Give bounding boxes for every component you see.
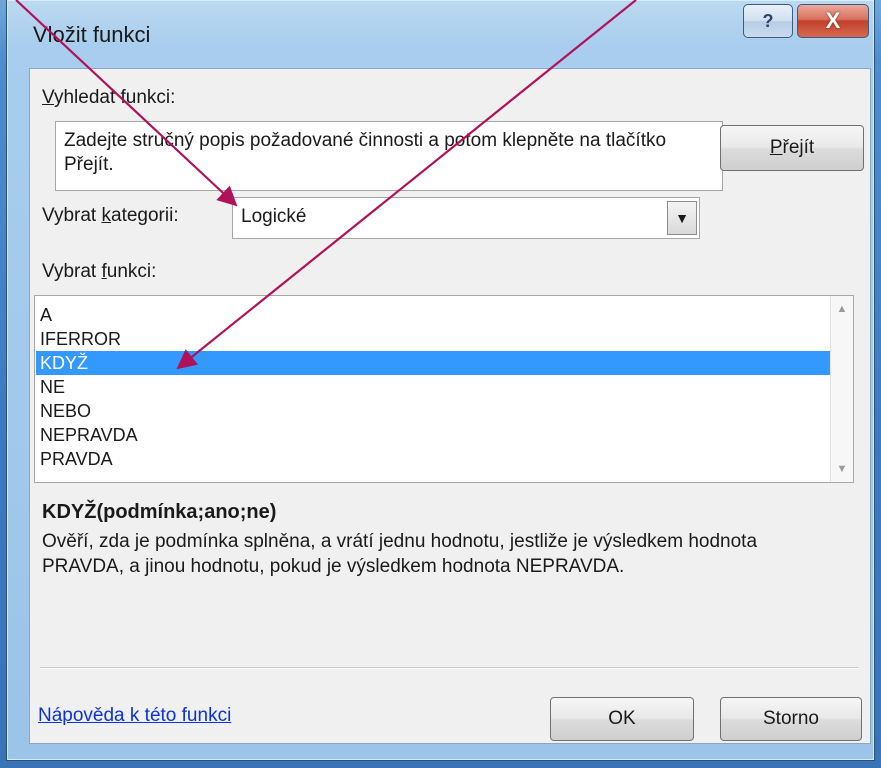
search-input[interactable]: Zadejte stručný popis požadované činnost… [55,121,723,191]
list-item[interactable]: IFERROR [36,327,832,351]
category-label: Vybrat kategorii: [42,205,179,226]
help-button[interactable]: ? [743,4,793,38]
list-item-selected[interactable]: KDYŽ [36,351,832,375]
scroll-up-icon[interactable]: ▲ [831,298,853,320]
dialog-body: Vyhledat funkci: Zadejte stručný popis p… [29,68,871,744]
scroll-down-icon[interactable]: ▼ [831,458,853,480]
category-value: Logické [241,206,307,227]
close-icon: X [825,8,841,33]
help-icon: ? [762,10,774,31]
dropdown-arrow-icon[interactable]: ▼ [667,201,697,235]
list-item[interactable]: PRAVDA [36,447,832,471]
list-scrollbar[interactable]: ▲ ▼ [830,296,853,482]
help-link[interactable]: Nápověda k této funkci [38,705,231,727]
function-list-items: A IFERROR KDYŽ NE NEBO NEPRAVDA PRAVDA [36,303,832,471]
function-list[interactable]: A IFERROR KDYŽ NE NEBO NEPRAVDA PRAVDA ▲… [34,295,854,483]
list-item[interactable]: NE [36,375,832,399]
cancel-button[interactable]: Storno [720,697,862,741]
function-syntax: KDYŽ(podmínka;ano;ne) [42,501,277,523]
divider [40,667,858,669]
insert-function-dialog: Vložit funkci ? X Vyhledat funkci: Zadej… [6,0,875,761]
go-button[interactable]: Přejít [720,125,864,171]
window-title: Vložit funkci [33,22,151,47]
search-label: Vyhledat funkci: [42,87,176,108]
list-item[interactable]: A [36,303,832,327]
function-description: Ověří, zda je podmínka splněna, a vrátí … [42,531,758,577]
list-item[interactable]: NEBO [36,399,832,423]
close-button[interactable]: X [797,4,869,38]
title-bar[interactable]: Vložit funkci ? X [7,0,874,68]
ok-button[interactable]: OK [550,697,694,741]
list-item[interactable]: NEPRAVDA [36,423,832,447]
category-select[interactable]: Logické ▼ [232,197,700,239]
function-list-label: Vybrat funkci: [42,261,157,282]
